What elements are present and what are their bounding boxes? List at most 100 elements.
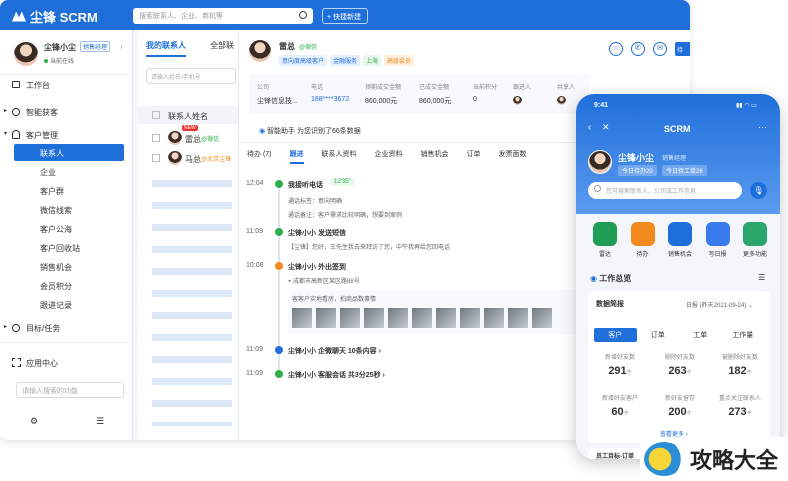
timeline-detail: 客客户实地看房，拍商品数事情 [292,297,377,303]
close-icon[interactable]: ✕ [602,122,610,133]
sidebar-item-workbench[interactable]: 工作台 [0,76,132,93]
contact-name[interactable]: 马总 [185,154,201,165]
timeline-detail: 【尘锋】您好，王先生我去来拜访了您，中午我再给您回电话 [288,245,451,251]
filter-sliders-icon[interactable]: ☰ [758,273,765,282]
avatar[interactable] [14,42,38,66]
select-all-checkbox[interactable] [152,111,160,119]
call-duration[interactable]: 12'35" [330,178,355,186]
sidebar-item-wechat-leads[interactable]: 微信线索 [0,201,132,218]
tab-workload[interactable]: 工作量 [722,328,765,342]
timeline-title[interactable]: 尘锋小小 发送短信 [288,228,346,238]
overview-heading: ◉ 工作总览 [590,274,632,283]
timeline-title[interactable]: 我接听电话 [288,180,323,190]
photo-thumbnail[interactable] [460,308,480,328]
photo-thumbnail[interactable] [532,308,552,328]
tab-invoices[interactable]: 发票面数 [499,149,527,164]
back-icon[interactable]: ‹ [588,122,591,133]
app-logo[interactable]: 尘锋 SCRM [12,7,98,26]
sidebar-item-app-center[interactable]: 应用中心 [0,354,132,371]
grid-icon [12,358,21,367]
quick-todo[interactable]: 待办 [628,222,658,258]
sidebar-item-follow-records[interactable]: 跟进记录 [0,296,132,313]
photo-thumbnail[interactable] [436,308,456,328]
detail-tabs: 待办 (7) 跟进 联系人资料 企业资料 销售机会 订单 发票面数 [247,149,527,164]
assistant-hint[interactable]: ◉ 智能助手 为您识别了66条数据 [259,126,361,136]
stat-new-friends: 新增好友数 291个 [604,355,635,377]
contact-name[interactable]: 雷总 [185,134,201,145]
photo-thumbnail[interactable] [340,308,360,328]
row-checkbox[interactable] [152,154,160,162]
todo-count-badge[interactable]: 今日待办20 [618,165,657,176]
photo-thumbnail[interactable] [388,308,408,328]
contact-tags: 意向度高级客户 金融服务 上海 高级会员 [279,55,417,66]
tab-company-profile[interactable]: 企业资料 [375,149,403,164]
sidebar-item-customer-management[interactable]: ▾ 客户管理 [0,126,132,143]
photo-thumbnail[interactable] [484,308,504,328]
quick-daily-report[interactable]: 写日报 [703,222,733,258]
row-checkbox[interactable] [152,134,160,142]
photo-thumbnail[interactable] [292,308,312,328]
more-options-icon[interactable]: ··· [758,122,767,132]
photo-thumbnail[interactable] [316,308,336,328]
sidebar: 尘锋小尘 销售经理 当前在线 › 工作台 ▸ 智能获客 ▾ 客户管理 联系人 企业 … [0,30,133,440]
stats-grid: 新增好友数 291个 删除好友数 263个 被删除好友数 182个 新增好友客户 60个… [590,352,770,418]
timeline-time: 11:09 [246,346,263,353]
tab-follow-up[interactable]: 跟进 [289,149,304,164]
channel-tag: @微信 [299,45,318,51]
photo-thumbnail[interactable] [364,308,384,328]
caret-right-icon: ▸ [4,108,8,114]
todo-icon [630,222,655,246]
tab-orders[interactable]: 订单 [637,328,680,342]
sidebar-item-goals-tasks[interactable]: ▸ 目标/任务 [0,319,132,336]
sidebar-item-sales-opportunities[interactable]: 销售机会 [0,258,132,275]
ticket-count-badge[interactable]: 今日待工单26 [662,165,707,176]
sidebar-item-enterprise[interactable]: 企业 [0,163,132,180]
microphone-icon[interactable]: 🎙 [750,182,767,199]
contact-search-input[interactable]: 请输入姓名/手机号 [146,68,236,84]
date-range-select[interactable]: 日报 (昨天2021-09-24) ⌄ [686,300,753,309]
sidebar-item-customer-pool[interactable]: 客户公海 [0,220,132,237]
tag: 上海 [363,55,382,66]
tab-all-contacts[interactable]: 全部联 [210,40,234,51]
chevron-right-icon[interactable]: › [120,42,123,51]
timeline-title[interactable]: 尘锋小小 外出签到 [288,262,346,272]
tab-customers[interactable]: 客户 [594,328,637,342]
search-icon[interactable] [299,11,307,19]
action-button[interactable]: 待 [675,42,690,56]
photo-gallery [292,308,552,328]
profile-name: 尘锋小尘 [44,43,76,52]
sidebar-item-customer-groups[interactable]: 客户群 [0,182,132,199]
quick-opportunity[interactable]: 销售机会 [665,222,695,258]
sidebar-item-contacts[interactable]: 联系人 [14,144,124,161]
sidebar-item-acquisition[interactable]: ▸ 智能获客 [0,103,132,120]
avatar [513,96,522,105]
tab-opportunities[interactable]: 销售机会 [421,149,449,164]
timeline-title[interactable]: 尘锋小小 客服会话 共3分25秒 › [288,370,385,380]
function-search-input[interactable]: 请输入搜索的功能 [16,382,124,398]
message-icon[interactable]: ✉ [653,42,667,56]
tab-orders[interactable]: 订单 [467,149,481,164]
star-icon[interactable]: ☆ [609,42,623,56]
phone-icon[interactable]: ✆ [631,42,645,56]
collapse-menu-icon[interactable]: ☰ [96,416,104,427]
tab-my-contacts[interactable]: 我的联系人 [146,40,186,57]
tab-contact-profile[interactable]: 联系人资料 [322,149,357,164]
settings-sliders-icon[interactable]: ⚙ [30,416,38,427]
quick-new-button[interactable]: + 快捷新建 [322,8,368,24]
global-search-input[interactable]: 搜索联系人、企业、商机等 [133,8,313,24]
photo-thumbnail[interactable] [412,308,432,328]
sidebar-item-recycle-bin[interactable]: 客户回收站 [0,239,132,256]
sidebar-item-member-points[interactable]: 会员积分 [0,277,132,294]
photo-thumbnail[interactable] [508,308,528,328]
summary-labels: 公司 电话 预期成交金额 已成交金额 当前积分 跟进人 共享人 [257,85,576,91]
new-badge: NEW [182,125,198,131]
tab-tickets[interactable]: 工单 [679,328,722,342]
quick-radar[interactable]: 雷达 [590,222,620,258]
timeline-title[interactable]: 尘锋小小 企微聊天 10条内容 › [288,346,381,356]
user-icon [12,130,20,139]
phone-search-input[interactable]: 您可搜索联系人、公司或工作信息 [588,182,742,199]
quick-more[interactable]: 更多功能 [740,222,770,258]
online-status: 当前在线 [44,56,74,65]
avatar[interactable] [588,150,612,174]
tab-todo[interactable]: 待办 (7) [247,149,272,164]
